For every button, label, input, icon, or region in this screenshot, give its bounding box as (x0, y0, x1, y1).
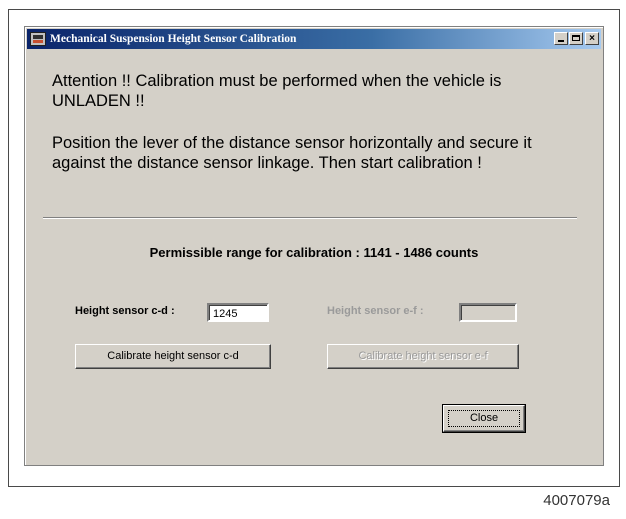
app-icon (30, 32, 46, 46)
height-sensor-cd-label: Height sensor c-d : (75, 305, 175, 317)
close-button[interactable]: Close (442, 404, 526, 433)
minimize-button[interactable] (554, 32, 568, 45)
height-sensor-ef-value (459, 303, 517, 322)
figure-caption: 4007079a (543, 492, 610, 509)
maximize-icon (572, 35, 580, 41)
calibration-dialog: Mechanical Suspension Height Sensor Cali… (24, 26, 604, 466)
attention-message: Attention !! Calibration must be perform… (52, 72, 502, 110)
instruction-message: Position the lever of the distance senso… (52, 134, 532, 172)
close-button-label: Close (448, 410, 520, 427)
height-sensor-ef-label: Height sensor e-f : (327, 305, 424, 317)
close-icon: × (589, 33, 595, 44)
divider (43, 217, 577, 219)
permissible-range-text: Permissible range for calibration : 1141… (149, 245, 479, 260)
calibrate-ef-button: Calibrate height sensor e-f (327, 344, 519, 369)
window-title: Mechanical Suspension Height Sensor Cali… (50, 33, 297, 45)
height-sensor-cd-value[interactable]: 1245 (207, 303, 269, 322)
calibrate-cd-button[interactable]: Calibrate height sensor c-d (75, 344, 271, 369)
dialog-body: Attention !! Calibration must be perform… (25, 49, 603, 465)
minimize-icon (558, 40, 564, 42)
close-window-button[interactable]: × (585, 32, 599, 45)
title-bar[interactable]: Mechanical Suspension Height Sensor Cali… (27, 29, 601, 49)
window-controls: × (553, 32, 599, 45)
maximize-button[interactable] (569, 32, 583, 45)
